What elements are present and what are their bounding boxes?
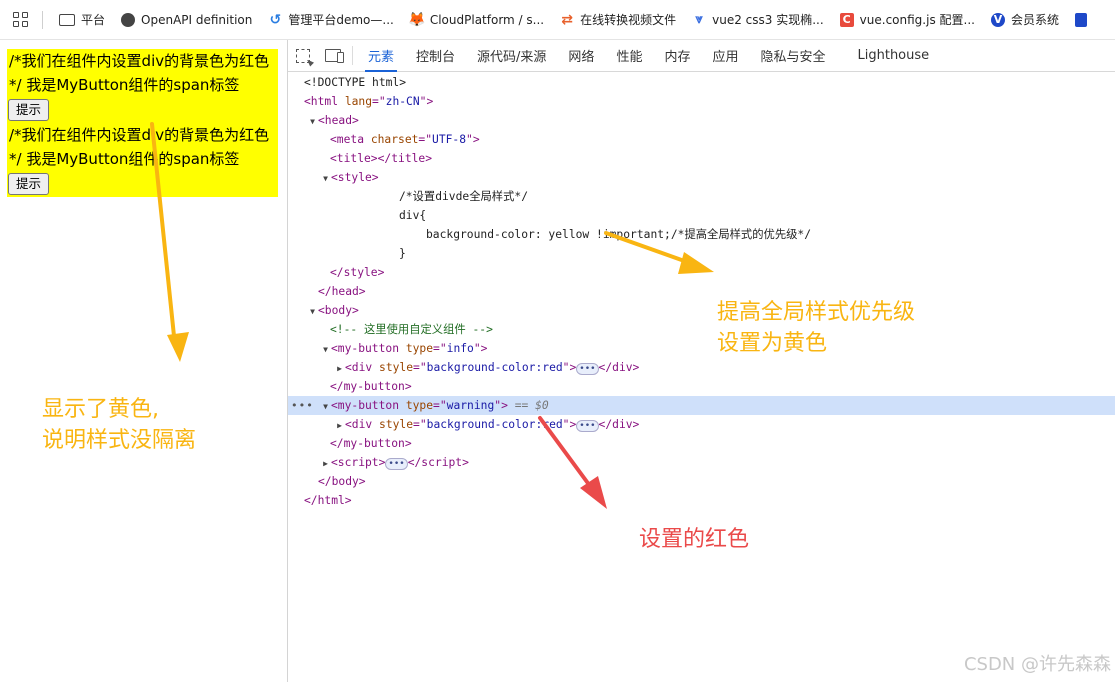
dom-mybutton-close-1[interactable]: </my-button> [288, 377, 1115, 396]
globe-icon [121, 12, 136, 27]
dom-doctype[interactable]: <!DOCTYPE html> [288, 73, 1115, 92]
bookmark-platform[interactable]: 平台 [51, 0, 113, 39]
folder-icon [59, 13, 75, 26]
bookmark-cloudplatform[interactable]: 🦊 CloudPlatform / s... [402, 0, 552, 39]
bookmark-member-system[interactable]: V 会员系统 [983, 0, 1067, 39]
collapsed-triangle-icon[interactable]: ▶ [320, 454, 331, 473]
csdn-icon: C [839, 12, 854, 27]
dom-body-open[interactable]: ▼ <body> [288, 301, 1115, 320]
selected-node-marker: == $0 [514, 399, 549, 412]
dom-css-declaration[interactable]: background-color: yellow !important;/*提高… [288, 225, 1115, 244]
dom-div-red-2[interactable]: ▶ <div style="background-color:red"> ••• </… [288, 415, 1115, 434]
dom-style-open[interactable]: ▼ <style> [288, 168, 1115, 187]
bookmark-vue-config[interactable]: C vue.config.js 配置... [832, 0, 983, 39]
dom-css-close[interactable]: } [288, 244, 1115, 263]
dom-tree: <!DOCTYPE html> <html lang="zh-CN"> ▼ <he… [288, 73, 1115, 510]
dom-mybutton-info[interactable]: ▼ <my-button type="info"> [288, 339, 1115, 358]
hint-button-2[interactable]: 提示 [8, 173, 50, 195]
expand-triangle-icon[interactable]: ▼ [320, 169, 331, 188]
dom-html-close[interactable]: </html> [288, 491, 1115, 510]
tab-memory[interactable]: 内存 [653, 40, 701, 71]
dom-body-comment[interactable]: <!-- 这里使用自定义组件 --> [288, 320, 1115, 339]
tab-privacy-security[interactable]: 隐私与安全 [749, 40, 836, 71]
dom-css-comment[interactable]: /*设置divde全局样式*/ [288, 187, 1115, 206]
bookmark-vue2-css3[interactable]: ⩔ vue2 css3 实现椭... [684, 0, 832, 39]
watermark: CSDN @许先森森 [963, 654, 1111, 675]
dom-script[interactable]: ▶ <script> ••• </script> [288, 453, 1115, 472]
ellipsis-badge[interactable]: ••• [576, 363, 599, 375]
yellow-component-block: /*我们在组件内设置div的背景色为红色*/ 我是MyButton组件的span… [7, 49, 278, 197]
bookmarks-separator [42, 10, 43, 29]
dom-head-close[interactable]: </head> [288, 282, 1115, 301]
azure-icon: ↺ [269, 11, 282, 28]
component-text-1: /*我们在组件内设置div的背景色为红色*/ 我是MyButton组件的span… [9, 52, 270, 94]
collapsed-triangle-icon[interactable]: ▶ [334, 359, 345, 378]
dom-css-selector[interactable]: div{ [288, 206, 1115, 225]
devtools-toolbar: 元素 控制台 源代码/来源 网络 性能 内存 应用 隐私与安全 Lighthou… [288, 40, 1115, 72]
dom-mybutton-warning[interactable]: ••• ▼ <my-button type="warning"> == $0 [288, 396, 1115, 415]
bookmark-admin-demo[interactable]: ↺ 管理平台demo—... [260, 0, 401, 39]
annotation-global-style: 提高全局样式优先级 设置为黄色 [717, 300, 916, 356]
dom-head-open[interactable]: ▼ <head> [288, 111, 1115, 130]
expand-triangle-icon[interactable]: ▼ [307, 302, 318, 321]
vue-icon: ⩔ [695, 12, 703, 27]
gitlab-icon: 🦊 [408, 11, 426, 28]
bookmark-video-convert[interactable]: ⇄ 在线转换视频文件 [552, 0, 684, 39]
component-text-2: /*我们在组件内设置div的背景色为红色*/ 我是MyButton组件的span… [9, 126, 270, 168]
devtools-panel: 元素 控制台 源代码/来源 网络 性能 内存 应用 隐私与安全 Lighthou… [288, 40, 1115, 682]
expand-triangle-icon[interactable]: ▼ [307, 112, 318, 131]
apps-grid-icon[interactable] [0, 0, 40, 39]
member-icon: V [990, 12, 1005, 27]
tab-console[interactable]: 控制台 [405, 40, 466, 71]
dom-meta[interactable]: <meta charset="UTF-8"> [288, 130, 1115, 149]
bookmarks-bar: 平台 OpenAPI definition ↺ 管理平台demo—... 🦊 C… [0, 0, 1115, 40]
doctype-text: <!DOCTYPE html> [304, 76, 407, 89]
dom-body-close[interactable]: </body> [288, 472, 1115, 491]
device-icon [325, 49, 344, 63]
annotation-shown-yellow: 显示了黄色, 说明样式没隔离 [42, 397, 197, 453]
inspect-element-button[interactable] [288, 40, 318, 71]
dom-div-red-1[interactable]: ▶ <div style="background-color:red"> ••• </… [288, 358, 1115, 377]
collapsed-triangle-icon[interactable]: ▶ [334, 416, 345, 435]
bookmark-overflow-icon [1074, 12, 1087, 27]
tab-network[interactable]: 网络 [557, 40, 605, 71]
tab-elements[interactable]: 元素 [357, 40, 405, 72]
rendered-page: /*我们在组件内设置div的背景色为红色*/ 我是MyButton组件的span… [0, 40, 287, 682]
ellipsis-badge[interactable]: ••• [576, 420, 599, 432]
tab-application[interactable]: 应用 [701, 40, 749, 71]
dom-title[interactable]: <title></title> [288, 149, 1115, 168]
device-toggle-button[interactable] [318, 40, 348, 71]
dom-mybutton-close-2[interactable]: </my-button> [288, 434, 1115, 453]
more-actions-icon[interactable]: ••• [291, 396, 314, 415]
hint-button-1[interactable]: 提示 [8, 99, 50, 121]
tab-lighthouse[interactable]: Lighthouse [847, 40, 941, 71]
convert-icon: ⇄ [561, 11, 573, 28]
bookmark-openapi[interactable]: OpenAPI definition [113, 0, 260, 39]
annotation-set-red: 设置的红色 [639, 527, 750, 552]
ellipsis-badge[interactable]: ••• [385, 458, 408, 470]
toolbar-separator [352, 46, 353, 65]
expand-triangle-icon[interactable]: ▼ [320, 397, 331, 416]
tab-performance[interactable]: 性能 [605, 40, 653, 71]
dom-style-close[interactable]: </style> [288, 263, 1115, 282]
expand-triangle-icon[interactable]: ▼ [320, 340, 331, 359]
inspect-icon [296, 48, 310, 63]
dom-html-open[interactable]: <html lang="zh-CN"> [288, 92, 1115, 111]
tab-sources[interactable]: 源代码/来源 [466, 40, 557, 71]
bookmark-overflow[interactable] [1067, 0, 1101, 39]
